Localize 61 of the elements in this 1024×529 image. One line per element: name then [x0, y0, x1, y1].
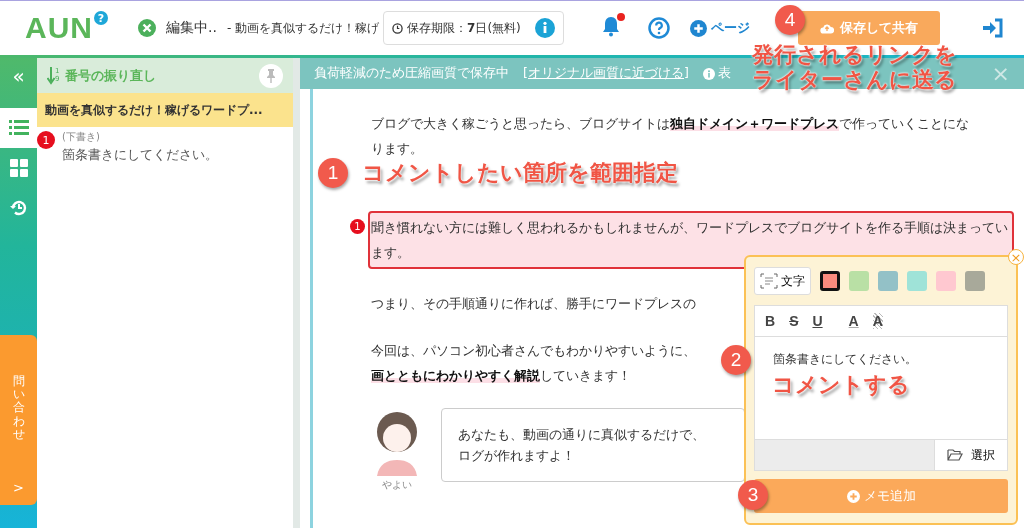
- pin-button[interactable]: [259, 63, 283, 88]
- clock-icon: [392, 22, 404, 34]
- annotation-text: 発行されるリンクを: [752, 42, 957, 67]
- help-badge[interactable]: ?: [94, 11, 108, 25]
- document-title-row[interactable]: 動画を真似するだけ！稼げるワードプ...: [37, 93, 293, 127]
- logo[interactable]: AUN: [25, 11, 93, 45]
- close-button[interactable]: ×: [991, 61, 1010, 86]
- login-icon[interactable]: [982, 18, 1004, 38]
- step-number: 4: [775, 5, 805, 35]
- file-field[interactable]: [755, 440, 935, 470]
- save-share-button[interactable]: 保存して共有: [798, 11, 940, 45]
- memo-number: 1: [37, 131, 55, 149]
- step-number: 2: [721, 345, 751, 375]
- speech-line: あなたも、動画の通りに真似するだけで、: [458, 426, 706, 444]
- speaker-name: やよい: [382, 478, 412, 492]
- annotation-text: コメントしたい箇所を範囲指定: [362, 160, 678, 185]
- paragraph: ブログで大きく稼ごうと思ったら、ブログサイトは独自ドメイン＋ワードプレスで作っていくことになります。: [371, 115, 970, 158]
- memo-text[interactable]: 箇条書きにしてください。: [62, 146, 285, 164]
- text-select-button[interactable]: 文字: [754, 267, 811, 295]
- color-swatch[interactable]: [820, 271, 840, 291]
- format-button[interactable]: A: [848, 313, 859, 329]
- annotation-text: コメントする: [772, 372, 910, 397]
- paragraph: つまり、その手順通りに作れば、勝手にワードプレスの: [371, 295, 697, 313]
- plus-icon: [846, 489, 860, 503]
- text-frame-icon: [760, 273, 778, 289]
- annotation-text: ライターさんに送る: [752, 67, 957, 92]
- format-button[interactable]: S: [789, 313, 799, 329]
- expiry-text: 保存期限：7日(無料): [407, 19, 521, 37]
- step-number: 1: [318, 158, 348, 188]
- document-title: - 動画を真似するだけ！稼げ: [226, 19, 380, 37]
- paragraph-line: 今回は、パソコン初心者さんでもわかりやすいように、: [371, 342, 696, 360]
- edit-status: 編集中..: [166, 19, 217, 37]
- plus-icon: [689, 19, 707, 37]
- history-icon: [9, 199, 28, 217]
- cloud-upload-icon: [820, 22, 834, 34]
- help-icon[interactable]: [647, 17, 670, 39]
- notice-info-text[interactable]: 表: [717, 65, 731, 82]
- add-page-link[interactable]: ページ: [689, 19, 750, 37]
- memo-marker: 1: [350, 219, 365, 234]
- grid-icon: [9, 159, 28, 177]
- original-quality-link[interactable]: [オリジナル画質に近づける]: [523, 65, 689, 82]
- list-icon: [8, 120, 29, 136]
- speech-line: ログが作れますよ！: [458, 447, 576, 465]
- renumber-title[interactable]: 番号の振り直し: [65, 66, 157, 85]
- collapse-button[interactable]: «: [4, 60, 33, 92]
- color-swatch[interactable]: [878, 271, 898, 291]
- notice-text: 負荷軽減のため圧縮画質で保存中: [314, 65, 509, 82]
- comment-field[interactable]: 箇条書きにしてください。: [755, 337, 1007, 372]
- contact-tab[interactable]: 問い合わせ >: [0, 335, 37, 505]
- info-icon[interactable]: [534, 18, 555, 38]
- memo-status: (下書き): [62, 130, 101, 144]
- step-number: 3: [738, 480, 768, 510]
- format-button[interactable]: A: [872, 313, 883, 329]
- close-icon[interactable]: [138, 19, 156, 37]
- format-button[interactable]: B: [765, 313, 776, 329]
- pin-icon: [266, 68, 276, 83]
- format-button[interactable]: U: [812, 313, 823, 329]
- info-icon: [702, 67, 715, 80]
- color-swatch[interactable]: [965, 271, 985, 291]
- close-button[interactable]: ×: [1008, 249, 1024, 265]
- folder-icon: [947, 449, 963, 461]
